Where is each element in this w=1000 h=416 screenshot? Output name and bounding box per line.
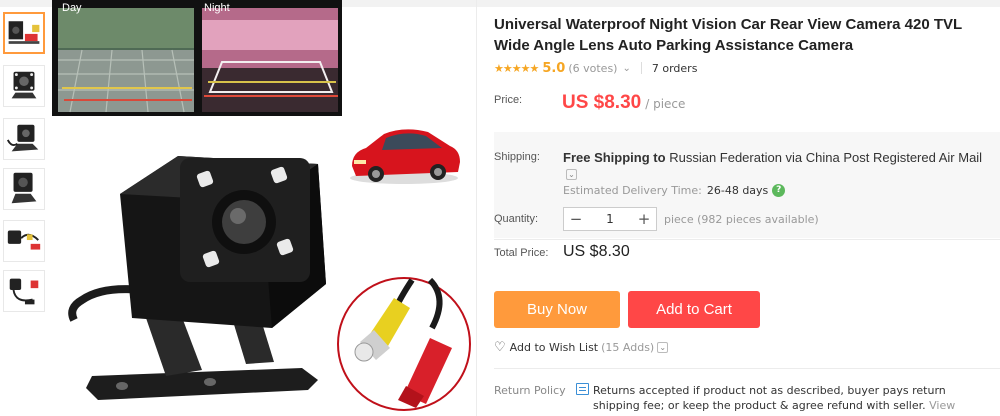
day-night-comparison-image: Day Night xyxy=(52,0,342,116)
main-product-image[interactable]: Day Night xyxy=(52,0,476,416)
thumbnail-2[interactable] xyxy=(3,65,45,107)
total-price-label: Total Price: xyxy=(494,247,549,259)
rating-row: ★★★★★ 5.0 (6 votes) ⌄ 7 orders xyxy=(494,60,697,76)
heart-icon[interactable]: ♡ xyxy=(494,340,506,355)
rca-connector-image xyxy=(337,277,471,411)
camera-image xyxy=(68,156,326,400)
day-label: Day xyxy=(62,2,82,14)
shipping-label: Shipping: xyxy=(494,151,540,163)
total-divider xyxy=(494,239,1000,240)
return-policy-description: Returns accepted if product not as descr… xyxy=(593,384,946,412)
quantity-stepper: − 1 + xyxy=(563,207,657,231)
price-unit: / piece xyxy=(645,97,686,111)
wishlist-link[interactable]: Add to Wish List xyxy=(510,341,598,354)
price-value: US $8.30 xyxy=(562,92,642,113)
thumbnail-3[interactable] xyxy=(3,118,45,160)
shipping-dropdown-icon[interactable]: ⌄ xyxy=(566,169,577,181)
free-shipping-text: Free Shipping xyxy=(563,150,650,165)
quantity-decrease-button[interactable]: − xyxy=(564,208,588,230)
night-label: Night xyxy=(204,2,230,14)
quantity-increase-button[interactable]: + xyxy=(632,208,656,230)
buy-now-button[interactable]: Buy Now xyxy=(494,291,620,328)
delivery-estimate: Estimated Delivery Time: 26-48 days ? xyxy=(563,184,786,197)
shipping-destination[interactable]: Russian Federation via China Post Regist… xyxy=(669,150,982,165)
rating-separator xyxy=(640,62,642,74)
total-price-value: US $8.30 xyxy=(563,243,630,260)
return-policy-icon xyxy=(576,383,589,395)
orders-count: 7 orders xyxy=(651,61,698,75)
delivery-label: Estimated Delivery Time: xyxy=(563,184,702,197)
thumbnail-camera-side-image xyxy=(6,124,39,152)
thumbnail-camera-angle-image xyxy=(11,172,37,204)
add-to-cart-button[interactable]: Add to Cart xyxy=(628,291,760,328)
thumbnail-camera-front-image xyxy=(11,71,37,99)
product-title: Universal Waterproof Night Vision Car Re… xyxy=(494,16,962,54)
help-icon[interactable]: ? xyxy=(772,184,786,197)
quantity-available: piece (982 pieces available) xyxy=(664,213,819,226)
return-divider xyxy=(494,368,1000,369)
wishlist-dropdown-icon[interactable]: ⌄ xyxy=(657,342,669,353)
thumbnail-6[interactable] xyxy=(3,270,45,312)
return-policy-label: Return Policy xyxy=(494,384,566,397)
chevron-down-icon[interactable]: ⌄ xyxy=(622,63,630,74)
return-policy-text: Returns accepted if product not as descr… xyxy=(593,383,993,416)
red-car-image xyxy=(350,129,460,184)
wishlist-count: (15 Adds) xyxy=(601,341,655,354)
thumbnail-4[interactable] xyxy=(3,168,45,210)
price-label: Price: xyxy=(494,94,523,106)
thumbnail-wiring-image xyxy=(9,278,39,305)
rating-stars-icon: ★★★★★ xyxy=(494,61,539,75)
thumbnail-1[interactable] xyxy=(3,12,45,54)
delivery-days: 26-48 days xyxy=(706,184,769,197)
price: US $8.30 / piece xyxy=(562,92,685,114)
wishlist-row[interactable]: ♡ Add to Wish List (15 Adds) ⌄ xyxy=(494,340,669,355)
column-divider xyxy=(476,0,477,416)
rating-score: 5.0 xyxy=(542,60,566,76)
shipping-to-text: to xyxy=(653,150,666,165)
thumbnail-5[interactable] xyxy=(3,220,45,262)
quantity-input[interactable]: 1 xyxy=(588,208,632,230)
shipping-details: Free Shipping to Russian Federation via … xyxy=(563,150,993,182)
quantity-label: Quantity: xyxy=(494,213,539,225)
thumbnail-camera-kit-image xyxy=(5,14,43,52)
votes-link[interactable]: (6 votes) xyxy=(568,62,617,75)
thumbnail-cable-image xyxy=(7,230,41,250)
